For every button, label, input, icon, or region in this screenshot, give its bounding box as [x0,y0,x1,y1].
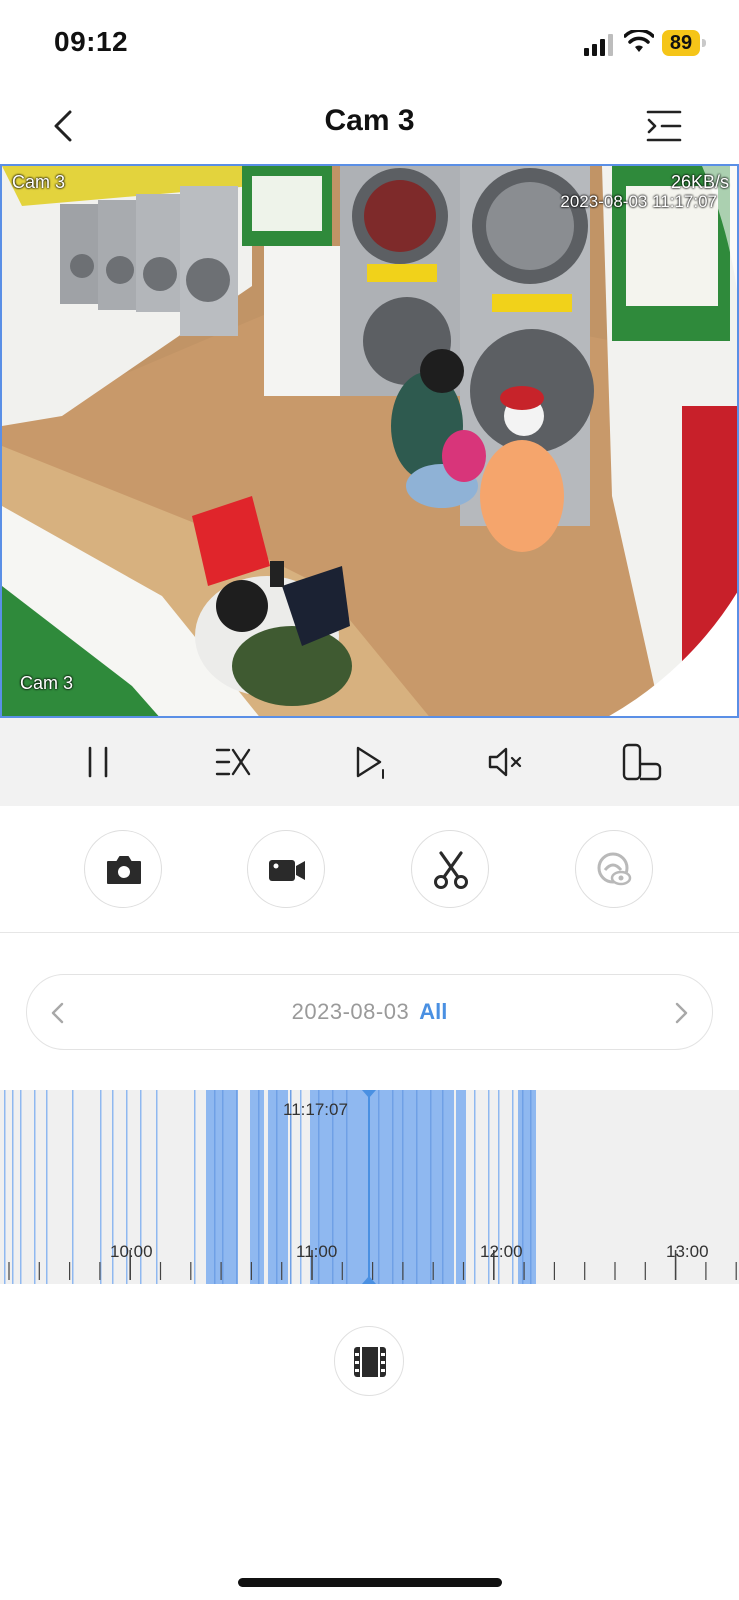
clip-button[interactable] [411,830,489,908]
speed-x-icon[interactable] [213,742,253,782]
recording-segment [430,1090,432,1284]
recording-segment [392,1090,394,1284]
status-time: 09:12 [54,26,129,57]
recording-segment [402,1090,404,1284]
video-player[interactable]: Cam 3 26KB/s 2023-08-03 11:17:07 Cam 3 [0,164,739,718]
date-filter[interactable]: All [419,999,447,1024]
snapshot-button[interactable] [84,830,162,908]
timeline-hour-label: 11:00 [296,1242,338,1261]
play-1x-icon[interactable] [350,742,390,782]
signal-icon [584,34,613,56]
recording-segment [4,1090,6,1284]
recording-segment [222,1090,224,1284]
camera-label-top: Cam 3 [12,172,66,192]
recordings-list-button[interactable] [334,1326,404,1396]
wifi-icon [624,30,654,52]
recording-segment [214,1090,216,1284]
recording-segment [20,1090,22,1284]
playback-controls [0,718,739,806]
home-indicator [238,1578,502,1587]
timeline-hour-label: 13:00 [666,1242,709,1261]
recording-segment [100,1090,102,1284]
video-timestamp: 2023-08-03 11:17:07 [560,192,717,211]
list-menu-icon[interactable] [646,108,684,144]
recording-segment [46,1090,48,1284]
recording-segment [416,1090,418,1284]
rotate-phone-icon[interactable] [620,742,664,782]
recording-timeline[interactable]: 11:17:07 10:00 11:00 12:00 13:00 [0,1090,739,1284]
divider [0,932,739,933]
recording-segment [456,1090,466,1284]
page-title: Cam 3 [324,104,415,137]
eye-mask-icon [597,852,632,886]
recording-segment [474,1090,476,1284]
timeline-hour-label: 10:00 [110,1242,153,1261]
recording-segment [378,1090,380,1284]
recording-segment [258,1090,260,1284]
recording-segment [236,1090,238,1284]
battery-icon: 89 [662,30,706,56]
record-button[interactable] [247,830,325,908]
film-strip-icon [354,1347,386,1377]
speaker-muted-icon[interactable] [486,742,526,782]
camera-icon [107,856,141,884]
scissors-icon [434,851,468,889]
date-value: 2023-08-03 [291,999,410,1024]
pause-icon[interactable] [78,742,118,782]
recording-segment [530,1090,532,1284]
timeline-hour-label: 12:00 [480,1242,523,1261]
recording-segment [156,1090,158,1284]
recording-segment [12,1090,14,1284]
privacy-button[interactable] [575,830,653,908]
camera-label-bottom: Cam 3 [20,673,74,693]
chevron-right-icon[interactable] [670,999,692,1027]
recording-segment [276,1090,278,1284]
battery-level: 89 [662,30,700,56]
recording-segment [366,1090,408,1284]
video-camera-icon [269,860,305,881]
recording-segment [72,1090,74,1284]
timeline-current-time: 11:17:07 [283,1100,348,1119]
date-selector: 2023-08-03 All [26,974,713,1050]
camera-frame-image [2,166,737,716]
date-display[interactable]: 2023-08-03 All [27,999,712,1025]
recording-segment [442,1090,444,1284]
recording-segment [194,1090,196,1284]
recording-segment [34,1090,36,1284]
bitrate-label: 26KB/s [670,172,729,192]
recording-segment [250,1090,264,1284]
